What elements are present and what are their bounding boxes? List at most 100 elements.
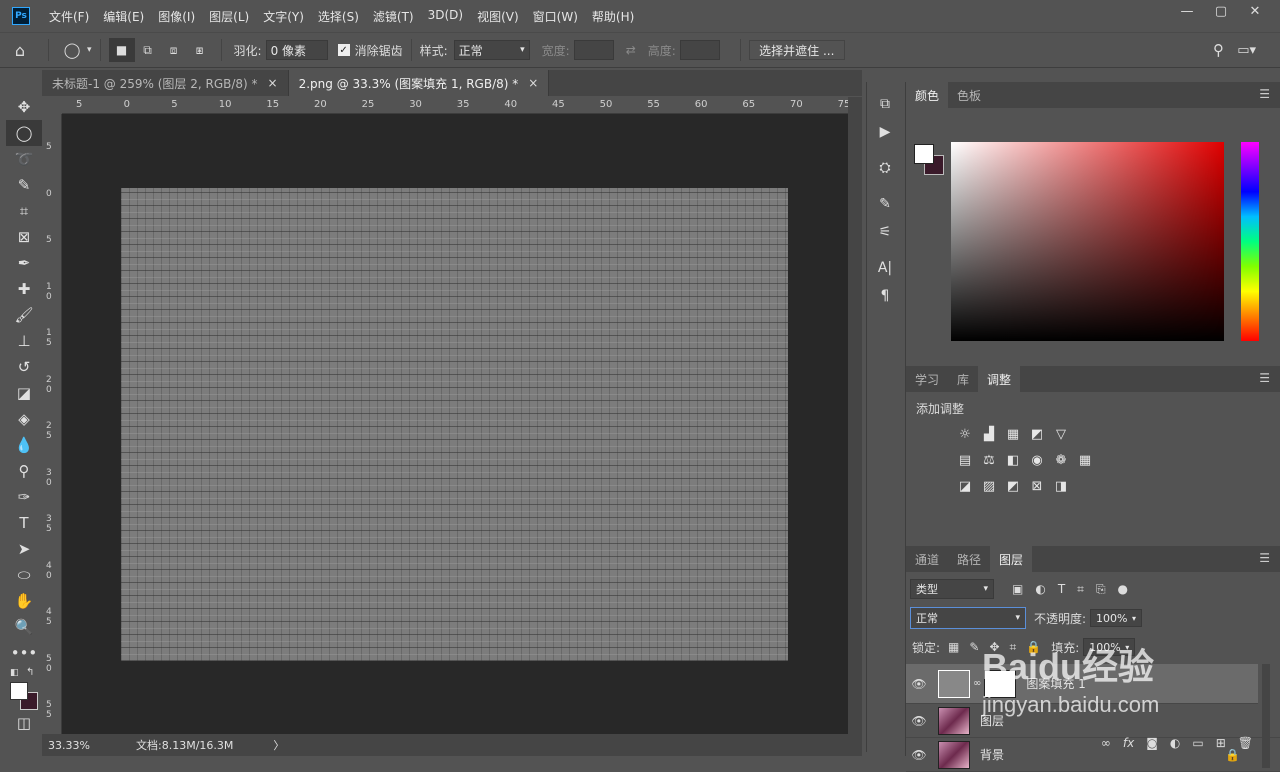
posterize-icon[interactable]: ▨ <box>977 477 1001 495</box>
pen-tool-icon[interactable]: ✑ <box>6 484 42 510</box>
curves-icon[interactable]: ▦ <box>1001 425 1025 443</box>
menu-item[interactable]: 帮助(H) <box>585 8 641 25</box>
tab-untitled-1[interactable]: 未标题-1 @ 259% (图层 2, RGB/8) * × <box>42 70 289 96</box>
default-colors-icon[interactable]: ◧ <box>10 668 19 678</box>
link-layers-icon[interactable]: ∞ <box>1101 736 1111 750</box>
threshold-icon[interactable]: ◩ <box>1001 477 1025 495</box>
document-canvas-pattern[interactable] <box>121 188 788 661</box>
panel-menu-icon[interactable]: ☰ <box>1259 551 1270 565</box>
character-icon[interactable]: A| <box>867 254 903 282</box>
menu-item[interactable]: 图层(L) <box>202 8 256 25</box>
subtract-selection-icon[interactable]: ⧈ <box>161 43 187 58</box>
close-window-button[interactable]: ✕ <box>1238 0 1272 22</box>
new-layer-icon[interactable]: ⊞ <box>1216 736 1226 750</box>
select-and-mask-button[interactable]: 选择并遮住 ... <box>748 40 845 60</box>
add-selection-icon[interactable]: ⧉ <box>135 43 161 58</box>
layer-row[interactable]: 👁 ∞ 图案填充 1 <box>906 664 1258 704</box>
tab-paths[interactable]: 路径 <box>948 546 990 572</box>
document-info[interactable]: 文档:8.13M/16.3M <box>136 737 233 753</box>
lock-artboard-icon[interactable]: ⌗ <box>1010 640 1017 655</box>
eye-icon[interactable]: 👁 <box>906 677 932 691</box>
eraser-tool-icon[interactable]: ◪ <box>6 380 42 406</box>
style-select[interactable]: 正常 ▾ <box>453 40 530 60</box>
intersect-selection-icon[interactable]: ⧆ <box>187 43 213 58</box>
panel-menu-icon[interactable]: ☰ <box>1259 371 1270 385</box>
move-tool-icon[interactable]: ✥ <box>6 94 42 120</box>
lock-position-icon[interactable]: ✥ <box>989 640 999 654</box>
quick-mask-icon[interactable]: ◫ <box>6 710 42 736</box>
layer-name[interactable]: 图案填充 1 <box>1026 675 1085 692</box>
trash-icon[interactable]: 🗑 <box>1238 736 1253 750</box>
menu-item[interactable]: 滤镜(T) <box>366 8 421 25</box>
opacity-input[interactable]: 100% ▾ <box>1090 609 1143 627</box>
elliptical-marquee-icon[interactable]: ◯ <box>57 41 87 59</box>
swap-icon[interactable]: ⇄ <box>626 43 636 57</box>
brightness-icon[interactable]: ☼ <box>953 425 977 443</box>
hand-tool-icon[interactable]: ✋ <box>6 588 42 614</box>
menu-item[interactable]: 图像(I) <box>151 8 202 25</box>
home-icon[interactable]: ⌂ <box>0 41 40 60</box>
history-brush-tool-icon[interactable]: ↺ <box>6 354 42 380</box>
tab-adjustments[interactable]: 调整 <box>978 366 1021 392</box>
eye-icon[interactable]: 👁 <box>906 714 932 728</box>
hue-saturation-icon[interactable]: ▤ <box>953 451 977 469</box>
menu-item[interactable]: 文字(Y) <box>256 8 311 25</box>
lock-pixels-icon[interactable]: ✎ <box>969 640 979 654</box>
width-input[interactable] <box>573 40 614 60</box>
paint-bucket-tool-icon[interactable]: ◈ <box>6 406 42 432</box>
minimize-button[interactable]: — <box>1170 0 1204 22</box>
antialias-checkbox[interactable]: ✓ <box>337 44 350 56</box>
actions-play-icon[interactable]: ▶ <box>867 118 903 146</box>
crop-tool-icon[interactable]: ⌗ <box>6 198 42 224</box>
lock-all-icon[interactable]: 🔒 <box>1026 640 1041 654</box>
history-icon[interactable]: ⧉ <box>867 90 903 118</box>
path-selection-tool-icon[interactable]: ➤ <box>6 536 42 562</box>
hue-slider[interactable] <box>1241 142 1259 341</box>
layer-filter-select[interactable]: 类型 ▾ <box>910 579 994 599</box>
chevron-down-icon[interactable]: ▾ <box>87 45 92 55</box>
new-selection-icon[interactable]: ■ <box>108 38 135 62</box>
brush-tool-icon[interactable]: 🖌 <box>6 302 42 328</box>
filter-type-icon[interactable]: T <box>1058 582 1065 596</box>
tab-libraries[interactable]: 库 <box>948 366 978 392</box>
new-group-icon[interactable]: ▭ <box>1192 736 1203 750</box>
photo-filter-icon[interactable]: ◉ <box>1025 451 1049 469</box>
filter-shape-icon[interactable]: ⌗ <box>1077 582 1084 597</box>
canvas-area[interactable] <box>62 114 848 734</box>
channel-mixer-icon[interactable]: ❁ <box>1049 451 1073 469</box>
tab-learn[interactable]: 学习 <box>906 366 948 392</box>
invert-icon[interactable]: ◪ <box>953 477 977 495</box>
paragraph-icon[interactable]: ¶ <box>867 282 903 310</box>
search-icon[interactable]: ⚲ <box>1213 41 1224 59</box>
color-fg-swatch[interactable] <box>914 144 934 164</box>
3d-icon[interactable]: ⛭ <box>867 154 903 182</box>
color-lookup-icon[interactable]: ▦ <box>1073 451 1097 469</box>
fill-input[interactable]: 100% ▾ <box>1083 638 1136 656</box>
eyedropper-tool-icon[interactable]: ✒ <box>6 250 42 276</box>
tab-layers[interactable]: 图层 <box>990 546 1033 572</box>
tab-2-png[interactable]: 2.png @ 33.3% (图案填充 1, RGB/8) * × <box>288 70 550 96</box>
menu-item[interactable]: 文件(F) <box>42 8 96 25</box>
menu-item[interactable]: 选择(S) <box>311 8 366 25</box>
close-icon[interactable]: × <box>528 76 538 90</box>
status-arrow-icon[interactable]: 〉 <box>273 737 284 753</box>
type-tool-icon[interactable]: T <box>6 510 42 536</box>
frame-tool-icon[interactable]: ⊠ <box>6 224 42 250</box>
fx-icon[interactable]: fx <box>1123 736 1134 750</box>
color-balance-icon[interactable]: ⚖ <box>977 451 1001 469</box>
blend-mode-select[interactable]: 正常 ▾ <box>910 607 1026 629</box>
lasso-tool-icon[interactable]: ➰ <box>6 146 42 172</box>
menu-item[interactable]: 3D(D) <box>421 8 470 25</box>
tab-color[interactable]: 颜色 <box>906 82 949 108</box>
levels-icon[interactable]: ▟ <box>977 425 1001 443</box>
link-icon[interactable]: ∞ <box>973 678 981 689</box>
tool-presets-icon[interactable]: ⚟ <box>867 218 903 246</box>
filter-smart-icon[interactable]: ⎘ <box>1096 582 1106 597</box>
clone-stamp-tool-icon[interactable]: ⊥ <box>6 328 42 354</box>
workspace-icon[interactable]: ▭▾ <box>1237 43 1256 58</box>
zoom-tool-icon[interactable]: 🔍 <box>6 614 42 640</box>
lock-transparent-icon[interactable]: ▦ <box>948 640 959 654</box>
panel-menu-icon[interactable]: ☰ <box>1259 87 1270 101</box>
selective-color-icon[interactable]: ⊠ <box>1025 477 1049 495</box>
healing-brush-tool-icon[interactable]: ✚ <box>6 276 42 302</box>
